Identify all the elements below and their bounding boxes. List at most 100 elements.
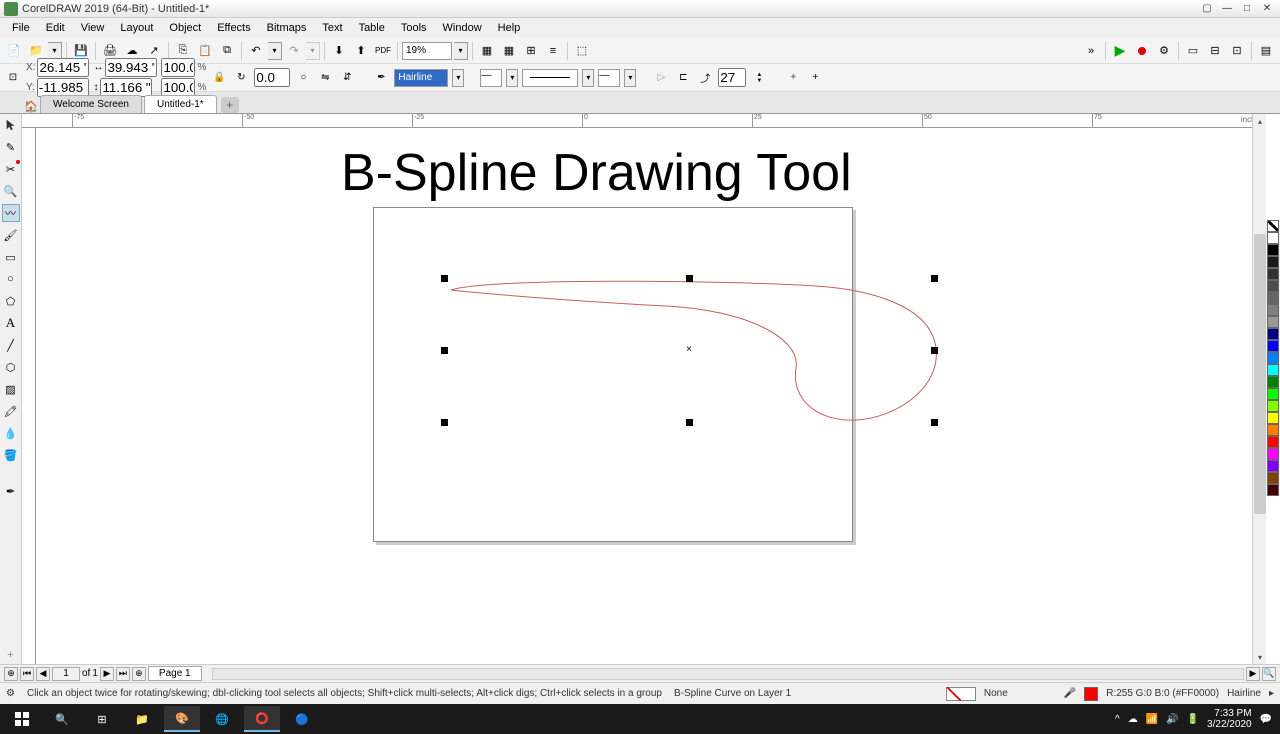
horizontal-scrollbar[interactable]: [212, 668, 1244, 680]
home-icon[interactable]: 🏠: [22, 100, 40, 113]
color-swatch-13[interactable]: [1267, 388, 1279, 400]
convert-button[interactable]: ✦: [784, 69, 802, 87]
script-button[interactable]: ⚙: [1154, 41, 1174, 61]
shape-tool[interactable]: ✎: [2, 138, 20, 156]
grid-button[interactable]: ▦: [499, 41, 519, 61]
menu-file[interactable]: File: [4, 20, 38, 36]
bspline-curve[interactable]: [436, 268, 956, 448]
no-color-swatch[interactable]: [1267, 220, 1279, 232]
window-cascade-button[interactable]: ⊡: [1227, 41, 1247, 61]
undo-dropdown[interactable]: ▾: [268, 42, 282, 60]
horizontal-ruler[interactable]: inches -75-50-250255075: [22, 114, 1266, 128]
color-swatch-20[interactable]: [1267, 472, 1279, 484]
selection-handle-mr[interactable]: [931, 347, 938, 354]
task-view-button[interactable]: ⊞: [84, 706, 120, 732]
width-input[interactable]: [105, 58, 157, 77]
line-style-dropdown[interactable]: ▾: [582, 69, 594, 87]
color-swatch-2[interactable]: [1267, 256, 1279, 268]
palette-menu-icon[interactable]: ▸: [1269, 688, 1274, 699]
color-swatch-7[interactable]: [1267, 316, 1279, 328]
system-clock[interactable]: 7:33 PM 3/22/2020: [1207, 708, 1252, 730]
color-eyedropper-tool[interactable]: 💧: [2, 424, 20, 442]
artistic-media-tool[interactable]: 🖌: [2, 226, 20, 244]
reverse-curve-button[interactable]: ⤴: [696, 69, 714, 87]
line-style-select[interactable]: [522, 69, 578, 87]
close-curve-button[interactable]: ⊏: [674, 69, 692, 87]
drawing-canvas[interactable]: B-Spline Drawing Tool ×: [36, 128, 1252, 664]
selection-handle-ml[interactable]: [441, 347, 448, 354]
outline-width-input[interactable]: [394, 69, 448, 87]
table-button[interactable]: ⊞: [521, 41, 541, 61]
rectangle-tool[interactable]: ▭: [2, 248, 20, 266]
color-swatch-12[interactable]: [1267, 376, 1279, 388]
object-origin-icon[interactable]: ⊡: [4, 69, 22, 87]
guides-button[interactable]: ≡: [543, 41, 563, 61]
redo-button[interactable]: ↷: [284, 41, 304, 61]
menu-layout[interactable]: Layout: [112, 20, 161, 36]
taskbar-app-1[interactable]: 🎨: [164, 706, 200, 732]
rotation-input[interactable]: [254, 68, 290, 87]
quick-customize-button[interactable]: +: [2, 646, 20, 664]
tab-document[interactable]: Untitled-1*: [144, 95, 217, 113]
minimize-button[interactable]: —: [1218, 2, 1236, 16]
menu-bitmaps[interactable]: Bitmaps: [259, 20, 315, 36]
end-arrow-dropdown[interactable]: ▾: [624, 69, 636, 87]
fill-tool[interactable]: 🪣: [2, 446, 20, 464]
redo-dropdown[interactable]: ▾: [306, 42, 320, 60]
record-button[interactable]: [1132, 41, 1152, 61]
search-button[interactable]: 🔍: [44, 706, 80, 732]
undo-button[interactable]: ↶: [246, 41, 266, 61]
zoom-dropdown[interactable]: ▾: [454, 42, 468, 60]
color-swatch-17[interactable]: [1267, 436, 1279, 448]
open-dropdown[interactable]: ▾: [48, 42, 62, 60]
next-page-button[interactable]: ▶: [100, 667, 114, 681]
new-button[interactable]: 📄: [4, 41, 24, 61]
pick-tool[interactable]: [2, 116, 20, 134]
outline-tool[interactable]: ✒: [2, 482, 20, 500]
scroll-thumb[interactable]: [1254, 234, 1266, 514]
freehand-tool[interactable]: 〰: [2, 204, 20, 222]
page-tab[interactable]: Page 1: [148, 666, 202, 681]
mirror-h-button[interactable]: ⇋: [316, 69, 334, 87]
outline-color-swatch[interactable]: [1084, 687, 1098, 701]
fullscreen-button[interactable]: ▦: [477, 41, 497, 61]
tray-expand-icon[interactable]: ^: [1115, 714, 1120, 725]
mirror-v-button[interactable]: ⇵: [338, 69, 356, 87]
selection-handle-br[interactable]: [931, 419, 938, 426]
polygon-tool[interactable]: ⬠: [2, 292, 20, 310]
menu-effects[interactable]: Effects: [209, 20, 258, 36]
color-swatch-21[interactable]: [1267, 484, 1279, 496]
prev-page-button[interactable]: ◀: [36, 667, 50, 681]
rotation-center-icon[interactable]: ○: [294, 69, 312, 87]
color-swatch-11[interactable]: [1267, 364, 1279, 376]
taskbar-app-4[interactable]: 🔵: [284, 706, 320, 732]
selection-handle-bl[interactable]: [441, 419, 448, 426]
tray-onedrive-icon[interactable]: ☁: [1128, 714, 1138, 725]
drop-shadow-tool[interactable]: ▨: [2, 380, 20, 398]
crop-tool[interactable]: ✂: [2, 160, 20, 178]
zoom-input[interactable]: [402, 42, 452, 60]
menu-edit[interactable]: Edit: [38, 20, 73, 36]
selection-center[interactable]: ×: [686, 344, 692, 355]
connector-tool[interactable]: ⬡: [2, 358, 20, 376]
fill-indicator[interactable]: [946, 687, 976, 701]
selection-handle-tl[interactable]: [441, 275, 448, 282]
color-swatch-16[interactable]: [1267, 424, 1279, 436]
settings-icon[interactable]: ⚙: [6, 688, 15, 699]
pdf-button[interactable]: PDF: [373, 41, 393, 61]
taskbar-app-2[interactable]: 🌐: [204, 706, 240, 732]
help-context-icon[interactable]: ▢: [1198, 2, 1216, 16]
ellipse-tool[interactable]: ○: [2, 270, 20, 288]
launch-button[interactable]: ▭: [1183, 41, 1203, 61]
start-button[interactable]: [4, 706, 40, 732]
close-button[interactable]: ✕: [1258, 2, 1276, 16]
transparency-tool[interactable]: 🖍: [2, 402, 20, 420]
color-swatch-8[interactable]: [1267, 328, 1279, 340]
scroll-down-arrow[interactable]: ▾: [1254, 651, 1266, 663]
vertical-ruler[interactable]: [22, 128, 36, 664]
lock-ratio-button[interactable]: 🔒: [210, 69, 228, 87]
scale-x-input[interactable]: [161, 58, 195, 77]
menu-help[interactable]: Help: [490, 20, 529, 36]
tray-volume-icon[interactable]: 🔊: [1166, 714, 1178, 725]
add-button[interactable]: +: [806, 69, 824, 87]
